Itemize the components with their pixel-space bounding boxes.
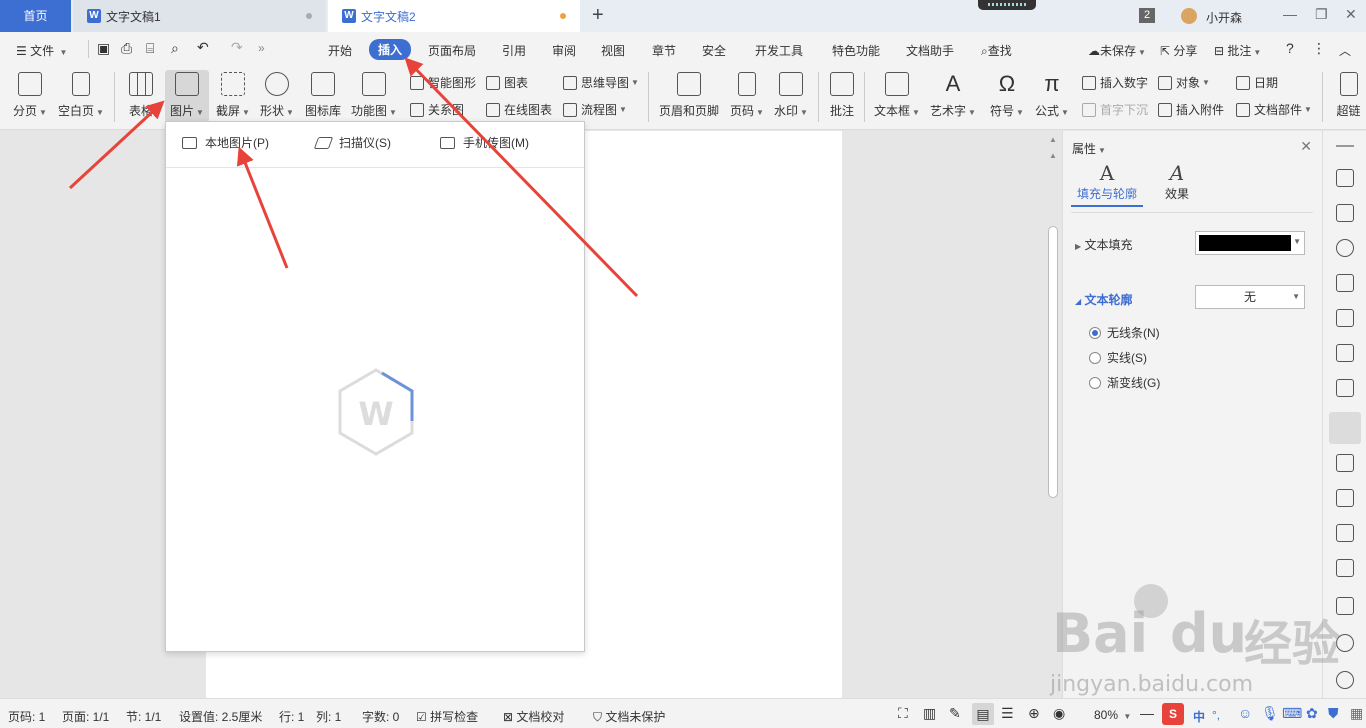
arrow-to-picture <box>68 100 165 190</box>
paw-icon <box>1134 584 1168 618</box>
arrow-to-insert-menu <box>404 57 639 298</box>
arrow-to-local-picture <box>236 146 289 269</box>
baidu-jingyan-watermark: Bai du 经验 jingyan.baidu.com <box>1046 580 1366 700</box>
